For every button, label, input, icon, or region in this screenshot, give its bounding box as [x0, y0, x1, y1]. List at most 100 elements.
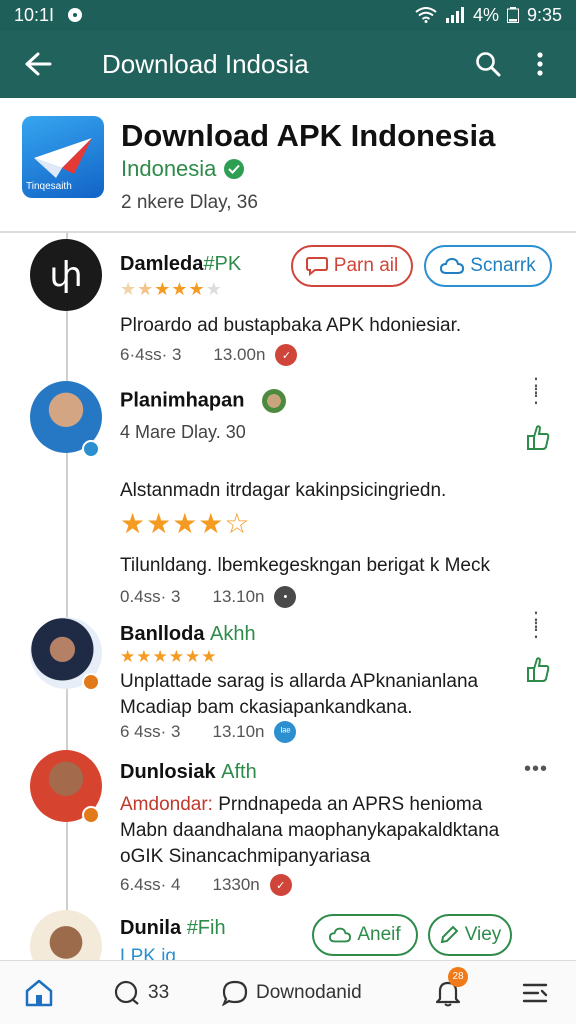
star-rating: ★★★★☆: [120, 508, 251, 539]
nav-notifications[interactable]: 28: [434, 966, 468, 1007]
comments-count: 33: [148, 981, 170, 1003]
nav-download[interactable]: Downodanid: [222, 980, 362, 1006]
more-options-icon[interactable]: •••: [524, 758, 548, 781]
search-pill-button[interactable]: Scnarrk: [424, 245, 552, 287]
notification-count: 28: [448, 966, 468, 987]
post-count: 6·4ss· 3: [120, 345, 182, 364]
bottom-nav: 33 Downodanid 28: [0, 960, 576, 1024]
search-button[interactable]: [462, 30, 514, 98]
author-tag: Afth: [221, 761, 257, 783]
dark-badge-icon: •: [274, 586, 297, 608]
post[interactable]: Dunlosiak Afth ••• Amdondar: Prndnapeda …: [0, 746, 576, 910]
post-author[interactable]: Banlloda Akhh: [120, 623, 256, 646]
page-subtitle: Indonesia: [121, 156, 245, 182]
more-vert-icon: [537, 52, 543, 76]
pin-button-label: Parn ail: [333, 255, 399, 276]
check-badge-icon: ✓: [275, 344, 298, 366]
post-author[interactable]: Damleda#PK: [120, 253, 241, 276]
search-icon: [476, 52, 501, 77]
battery-percent: 4%: [472, 4, 499, 25]
author-name: Dunlosiak: [120, 761, 216, 783]
author-name: Planimhapan: [120, 389, 245, 412]
home-icon: [25, 979, 53, 1006]
post-text: Alstanmadn itrdagar kakinpsicingriedn.: [120, 480, 447, 501]
mini-badge-icon: ᴵᵃᵉ: [274, 721, 297, 743]
post-meta-row: 6 4ss· 3 13.10n ᴵᵃᵉ: [120, 721, 297, 743]
post-time: 1330n: [212, 875, 260, 894]
battery-icon: [506, 7, 519, 23]
more-options-icon[interactable]: ⋮ ⋮: [526, 376, 547, 406]
signal-icon: [445, 7, 464, 23]
cloud-icon: [329, 927, 352, 943]
post-meta: 6·4ss· 3 13.00n ✓: [120, 344, 298, 366]
share-hand-icon[interactable]: [524, 655, 552, 683]
post-time: 13.00n: [213, 345, 266, 364]
post-count: 6 4ss· 3: [120, 722, 181, 741]
post-date: 4 Mare Dlay. 30: [120, 422, 246, 442]
post[interactable]: Banlloda Akhh ★★★★★★ ⋮ ⋮ Unplattade sarag…: [0, 610, 576, 746]
post[interactable]: Planimhapan 4 Mare Dlay. 30 ⋮ ⋮ Alstanmad…: [0, 375, 576, 611]
verified-badge-icon: [82, 806, 100, 824]
author-tag: #PK: [203, 253, 242, 275]
author-name: Banlloda: [120, 623, 205, 645]
share-hand-icon[interactable]: [524, 423, 552, 451]
post-count: 6.4ss· 4: [120, 875, 181, 894]
author-tag: #Fih: [186, 917, 226, 939]
star-rating: ★★★★★★: [120, 279, 223, 299]
page-meta: 2 nkere Dlay, 36: [121, 192, 258, 213]
notification-dot-icon: [68, 8, 83, 22]
logo-caption: Tinqesaith: [26, 181, 72, 192]
status-clock: 9:35: [526, 4, 562, 25]
more-options-icon[interactable]: ⋮ ⋮: [526, 610, 547, 640]
post-count: 0.4ss· 3: [120, 587, 181, 606]
back-button[interactable]: [0, 30, 76, 98]
view-button-label: Viey: [464, 924, 502, 945]
app-bar: Download Indosia: [0, 30, 576, 98]
nav-menu[interactable]: [522, 982, 548, 1004]
avatar[interactable]: [30, 910, 102, 960]
verified-icon: [224, 159, 245, 179]
post-meta: 6.4ss· 4 1330n ✓: [120, 874, 292, 896]
pin-button[interactable]: Parn ail: [291, 245, 413, 287]
subtitle-text: Indonesia: [121, 156, 217, 181]
post[interactable]: փ Damleda#PK ★★★★★★ Parn ail Scnarrk Plr…: [0, 233, 576, 375]
post-text-secondary: Tilunldang. lbemkegeskngan berigat k Mec…: [120, 555, 490, 576]
nav-comments[interactable]: 33: [114, 980, 169, 1006]
verified-badge-icon: [82, 440, 100, 458]
status-time-left: 10:1I: [14, 4, 55, 25]
search-pill-label: Scnarrk: [470, 255, 536, 276]
menu-lines-icon: [522, 983, 548, 1002]
wifi-icon: [415, 7, 437, 23]
check-badge-icon: ✓: [269, 874, 292, 896]
post-author[interactable]: Planimhapan: [120, 389, 287, 413]
post-text: Unplattade sarag is allarda APknanianlan…: [120, 671, 479, 718]
post-time: 13.10n: [212, 722, 265, 741]
author-tag: Akhh: [210, 623, 256, 645]
chat-icon: [222, 980, 248, 1006]
post[interactable]: Dunila #Fih LPK ig Aneif Viey: [0, 910, 576, 960]
cloud-icon: [440, 257, 465, 274]
aneif-button[interactable]: Aneif: [312, 914, 418, 956]
author-name: Dunila: [120, 917, 182, 939]
post-text: Amdondar: Prndnapeda an APRS henioma Mab…: [120, 792, 530, 870]
status-bar: 10:1I 4% 9:35: [0, 0, 576, 30]
pencil-icon: [440, 925, 459, 944]
page-title: Download APK Indonesia: [121, 118, 496, 153]
app-header: Tinqesaith Download APK Indonesia Indone…: [0, 98, 576, 233]
mini-avatar-icon: [262, 389, 287, 413]
feed: փ Damleda#PK ★★★★★★ Parn ail Scnarrk Plr…: [0, 233, 576, 960]
aneif-button-label: Aneif: [357, 924, 401, 945]
post-author[interactable]: Dunila #Fih: [120, 917, 226, 940]
nav-home[interactable]: [24, 979, 54, 1007]
star-rating: ★★★★★★: [120, 647, 218, 666]
post-text: Plroardo ad bustapbaka APK hdoniesiar.: [120, 315, 462, 336]
view-button[interactable]: Viey: [428, 914, 512, 956]
post-author[interactable]: Dunlosiak Afth: [120, 761, 257, 784]
avatar-glyph: փ: [49, 256, 83, 294]
more-options-button[interactable]: [514, 30, 566, 98]
comment-icon: [114, 980, 139, 1005]
verified-badge-icon: [82, 673, 100, 691]
download-label: Downodanid: [256, 981, 362, 1003]
avatar[interactable]: փ: [30, 239, 102, 311]
post-highlight: Amdondar:: [120, 794, 213, 815]
